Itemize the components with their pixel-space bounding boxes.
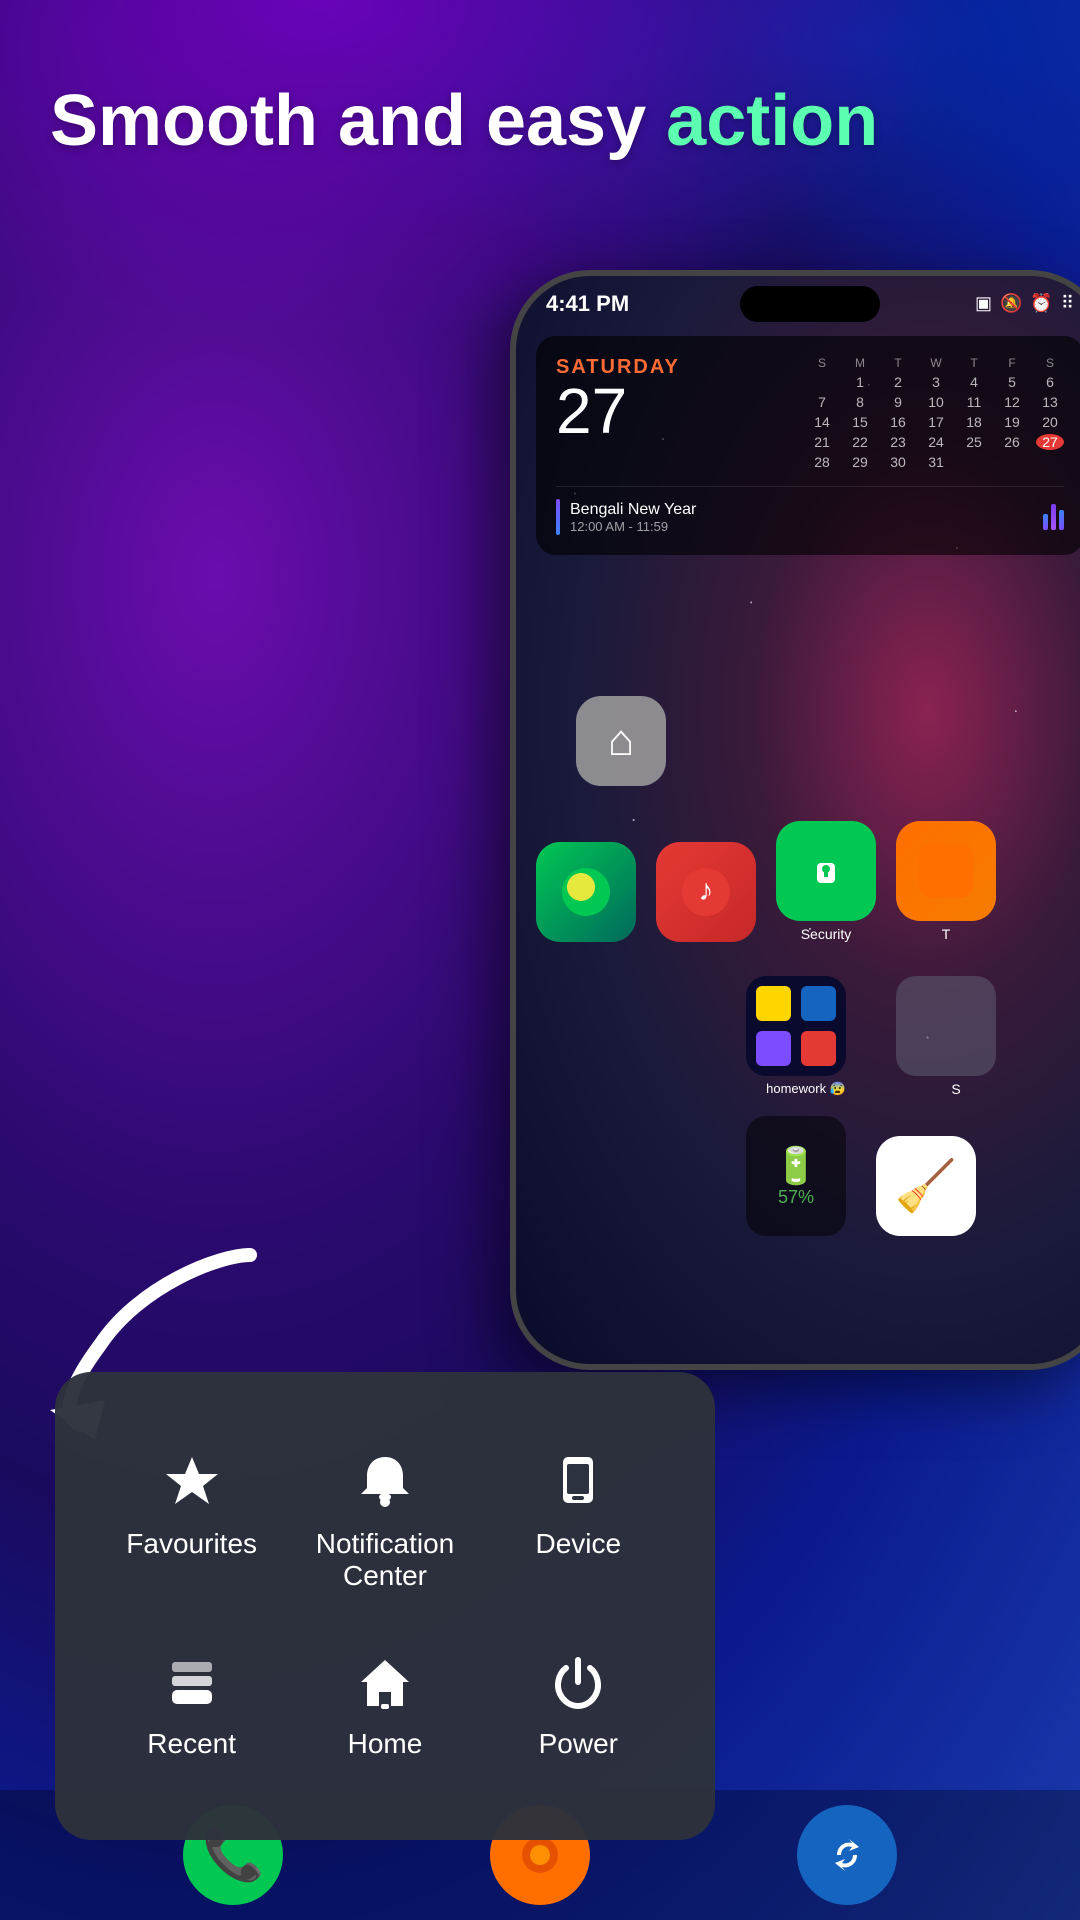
- menu-label-power: Power: [539, 1728, 618, 1760]
- menu-item-favourites[interactable]: Favourites: [95, 1422, 288, 1622]
- menu-label-notification-center: NotificationCenter: [316, 1528, 455, 1592]
- battery-widget[interactable]: 🔋 57%: [746, 1116, 846, 1236]
- event-name: Bengali New Year: [570, 501, 696, 519]
- dynamic-island: [740, 286, 880, 322]
- menu-item-notification-center[interactable]: NotificationCenter: [288, 1422, 481, 1622]
- bar1: [1043, 514, 1048, 530]
- svg-text:♪: ♪: [699, 874, 714, 907]
- alarm-icon: ⏰: [1030, 293, 1052, 314]
- menu-item-home[interactable]: Home: [288, 1622, 481, 1790]
- app-s-label: S: [896, 1081, 1016, 1097]
- app-battery-wrapper: 🔋 57%: [746, 1116, 846, 1236]
- stack-icon: [162, 1652, 222, 1712]
- app-music[interactable]: ♪: [656, 842, 756, 942]
- event-bar: [556, 499, 560, 535]
- app-homework[interactable]: [746, 976, 846, 1076]
- home-icon-small: ⌂: [608, 716, 635, 766]
- menu-label-recent: Recent: [147, 1728, 236, 1760]
- phone-side-btn-top: [510, 496, 514, 576]
- phone-side-btn-vol: [510, 596, 514, 716]
- app-homework-label: homework 😰: [746, 1081, 866, 1097]
- event-time: 12:00 AM - 11:59: [570, 519, 696, 534]
- app-homework-wrapper: homework 😰: [746, 976, 866, 1097]
- power-icon: [548, 1652, 608, 1712]
- menu-label-favourites: Favourites: [126, 1528, 257, 1560]
- app-nature[interactable]: [536, 842, 636, 942]
- bottom-app-sync[interactable]: [797, 1805, 897, 1905]
- bar3: [1059, 510, 1064, 530]
- home-icon: [355, 1652, 415, 1712]
- bar2: [1051, 504, 1056, 530]
- bell-icon: [355, 1452, 415, 1512]
- event-row: Bengali New Year 12:00 AM - 11:59: [556, 486, 1064, 535]
- day-number: 27: [556, 379, 680, 443]
- menu-label-device: Device: [536, 1528, 622, 1560]
- sound-bars: [1043, 504, 1064, 530]
- headline-text: Smooth and easy action: [50, 81, 878, 161]
- app-security-label: Security: [801, 926, 852, 942]
- mute-icon: 🔕: [1000, 293, 1022, 314]
- grid-icon: ⠿: [1061, 293, 1074, 314]
- headline: Smooth and easy action: [50, 80, 1030, 163]
- star-icon: [162, 1452, 222, 1512]
- app-cleaner-wrapper: 🧹: [876, 1136, 976, 1236]
- status-icons: ▣ 🔕 ⏰ ⠿: [975, 293, 1074, 314]
- menu-item-recent[interactable]: Recent: [95, 1622, 288, 1790]
- floating-home-button[interactable]: ⌂: [576, 696, 666, 786]
- menu-item-power[interactable]: Power: [482, 1622, 675, 1790]
- phone-mockup: 4:41 PM ▣ 🔕 ⏰ ⠿ SATURDAY 27 S M T: [510, 270, 1080, 1370]
- app-s[interactable]: [896, 976, 996, 1076]
- menu-item-device[interactable]: Device: [482, 1422, 675, 1622]
- status-time: 4:41 PM: [546, 291, 629, 317]
- calendar-grid: S M T W T F S 1 2 3 4 5: [808, 356, 1064, 474]
- msg-icon: ▣: [975, 293, 992, 314]
- app-security[interactable]: Security: [776, 821, 876, 942]
- menu-label-home: Home: [348, 1728, 423, 1760]
- context-menu: Favourites NotificationCenter Device Rec…: [55, 1372, 715, 1840]
- app-t[interactable]: T: [896, 821, 996, 942]
- battery-label: 57%: [778, 1187, 814, 1208]
- app-s-wrapper: S: [896, 976, 1016, 1097]
- cleaner-app[interactable]: 🧹: [876, 1136, 976, 1236]
- device-icon: [548, 1452, 608, 1512]
- calendar-widget: SATURDAY 27 S M T W T F S 1: [536, 336, 1080, 555]
- app-t-label: T: [942, 926, 951, 942]
